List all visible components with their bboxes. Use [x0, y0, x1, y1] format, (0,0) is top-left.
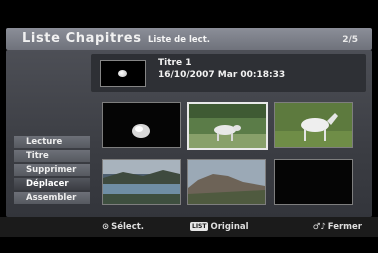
white-horse-image [275, 103, 352, 147]
original-hint-label: Original [210, 222, 249, 232]
chapter-thumb-3[interactable] [274, 102, 353, 148]
ball-on-dark-image [103, 103, 180, 147]
enter-icon: ⊙ [102, 222, 110, 232]
chapter-thumb-empty[interactable] [274, 159, 353, 205]
list-button-icon: LIST [190, 222, 209, 231]
menu-item-deplacer[interactable]: Déplacer [14, 178, 90, 190]
page-title: Liste Chapitres [22, 31, 142, 46]
original-hint: LIST Original [190, 222, 249, 232]
select-hint-label: Sélect. [111, 222, 145, 232]
chapter-thumb-4[interactable] [102, 159, 181, 205]
ball-image [118, 70, 127, 77]
chapter-thumb-1[interactable] [102, 102, 181, 148]
chapter-thumb-5[interactable] [187, 159, 266, 205]
header-bar: Liste Chapitres Liste de lect. 2/5 [6, 28, 372, 50]
bottom-hint-bar: ⊙ Sélect. LIST Original ♂♪ Fermer [0, 217, 378, 237]
chapter-list-screen: Liste Chapitres Liste de lect. 2/5 Titre… [0, 0, 378, 253]
mountain-rocks-image [188, 160, 265, 204]
menu-item-lecture[interactable]: Lecture [14, 136, 90, 148]
menu-item-assembler[interactable]: Assembler [14, 192, 90, 204]
thumbnails-grid [92, 97, 366, 215]
selected-title-name: Titre 1 [158, 58, 192, 68]
selected-title-datetime: 16/10/2007 Mar 00:18:33 [158, 70, 286, 80]
return-icon: ♂♪ [312, 222, 326, 232]
selected-title-thumbnail [100, 60, 146, 87]
page-indicator: 2/5 [342, 35, 358, 45]
menu-item-supprimer[interactable]: Supprimer [14, 164, 90, 176]
action-menu: Lecture Titre Supprimer Déplacer Assembl… [14, 136, 90, 206]
select-hint: ⊙ Sélect. [102, 222, 144, 232]
chapter-thumb-2[interactable] [187, 102, 268, 150]
close-hint: ♂♪ Fermer [313, 222, 362, 232]
playlist-tab[interactable]: Liste de lect. [148, 35, 210, 45]
close-hint-label: Fermer [327, 222, 362, 232]
river-landscape-image [103, 160, 180, 204]
menu-item-titre[interactable]: Titre [14, 150, 90, 162]
horse-in-field-image [189, 104, 266, 148]
